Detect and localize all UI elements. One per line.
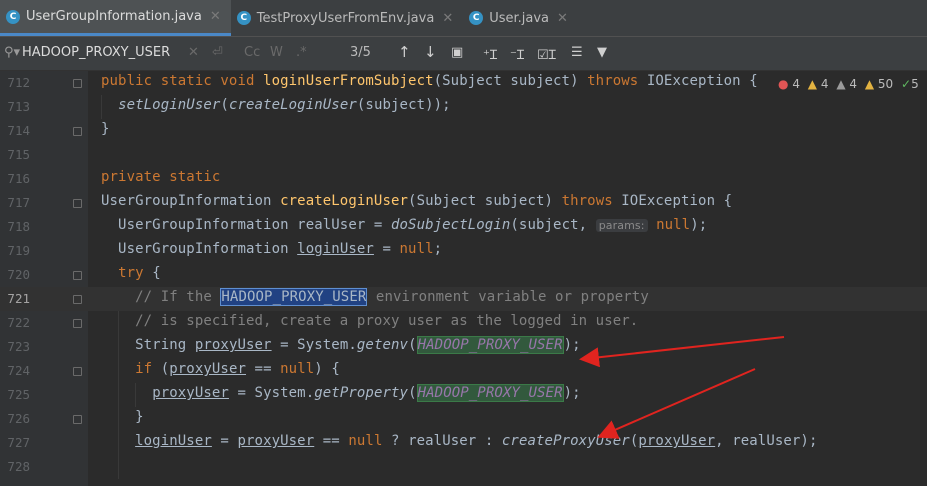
open-in-window-icon[interactable]: ☰ bbox=[571, 45, 583, 60]
tab-label: TestProxyUserFromEnv.java bbox=[256, 10, 435, 26]
tab-user[interactable]: C User.java ✕ bbox=[463, 0, 578, 36]
select-all-icon[interactable]: ☑Ɪ bbox=[537, 45, 556, 63]
previous-occurrence-icon[interactable]: ↑ bbox=[398, 43, 411, 61]
java-class-icon: C bbox=[6, 9, 20, 24]
search-input[interactable]: HADOOP_PROXY_USER bbox=[22, 45, 170, 60]
new-line-icon[interactable]: ⏎ bbox=[212, 45, 223, 60]
next-occurrence-icon[interactable]: ↓ bbox=[424, 43, 437, 61]
close-icon[interactable]: ✕ bbox=[557, 11, 568, 26]
search-icon[interactable]: ⚲▾ bbox=[4, 45, 20, 60]
tab-label: UserGroupInformation.java bbox=[26, 9, 202, 24]
find-bar: ⚲▾ HADOOP_PROXY_USER ✕ ⏎ Cc W .* 3/5 ↑ ↓… bbox=[0, 37, 927, 71]
match-count: 3/5 bbox=[350, 45, 371, 60]
annotation-overlay bbox=[579, 336, 785, 439]
add-occurrence-icon[interactable]: ⁺Ɪ bbox=[483, 45, 497, 63]
red-arrow bbox=[597, 368, 756, 439]
select-all-occurrences-icon[interactable]: ▣ bbox=[451, 45, 463, 60]
red-arrow bbox=[579, 336, 785, 368]
clear-search-icon[interactable]: ✕ bbox=[188, 45, 199, 60]
code-editor[interactable]: ● 4 ▲ 4 ▲ 4 ▲ 50 ✓5 712 public static vo… bbox=[0, 71, 927, 486]
java-class-icon: C bbox=[236, 11, 251, 25]
tab-label: User.java bbox=[489, 10, 550, 26]
close-icon[interactable]: ✕ bbox=[210, 9, 221, 24]
regex-toggle[interactable]: .* bbox=[296, 45, 307, 60]
filter-icon[interactable]: ▼ bbox=[597, 45, 607, 60]
close-icon[interactable]: ✕ bbox=[442, 11, 453, 26]
words-toggle[interactable]: W bbox=[270, 45, 283, 60]
tab-testproxyuserfromenv[interactable]: C TestProxyUserFromEnv.java ✕ bbox=[231, 0, 463, 36]
tab-usergroupinformation[interactable]: C UserGroupInformation.java ✕ bbox=[0, 0, 231, 36]
java-class-icon: C bbox=[469, 11, 484, 25]
match-case-toggle[interactable]: Cc bbox=[244, 45, 260, 60]
remove-occurrence-icon[interactable]: ⁻Ɪ bbox=[510, 45, 524, 63]
editor-tab-bar: C UserGroupInformation.java ✕ C TestProx… bbox=[0, 0, 927, 37]
